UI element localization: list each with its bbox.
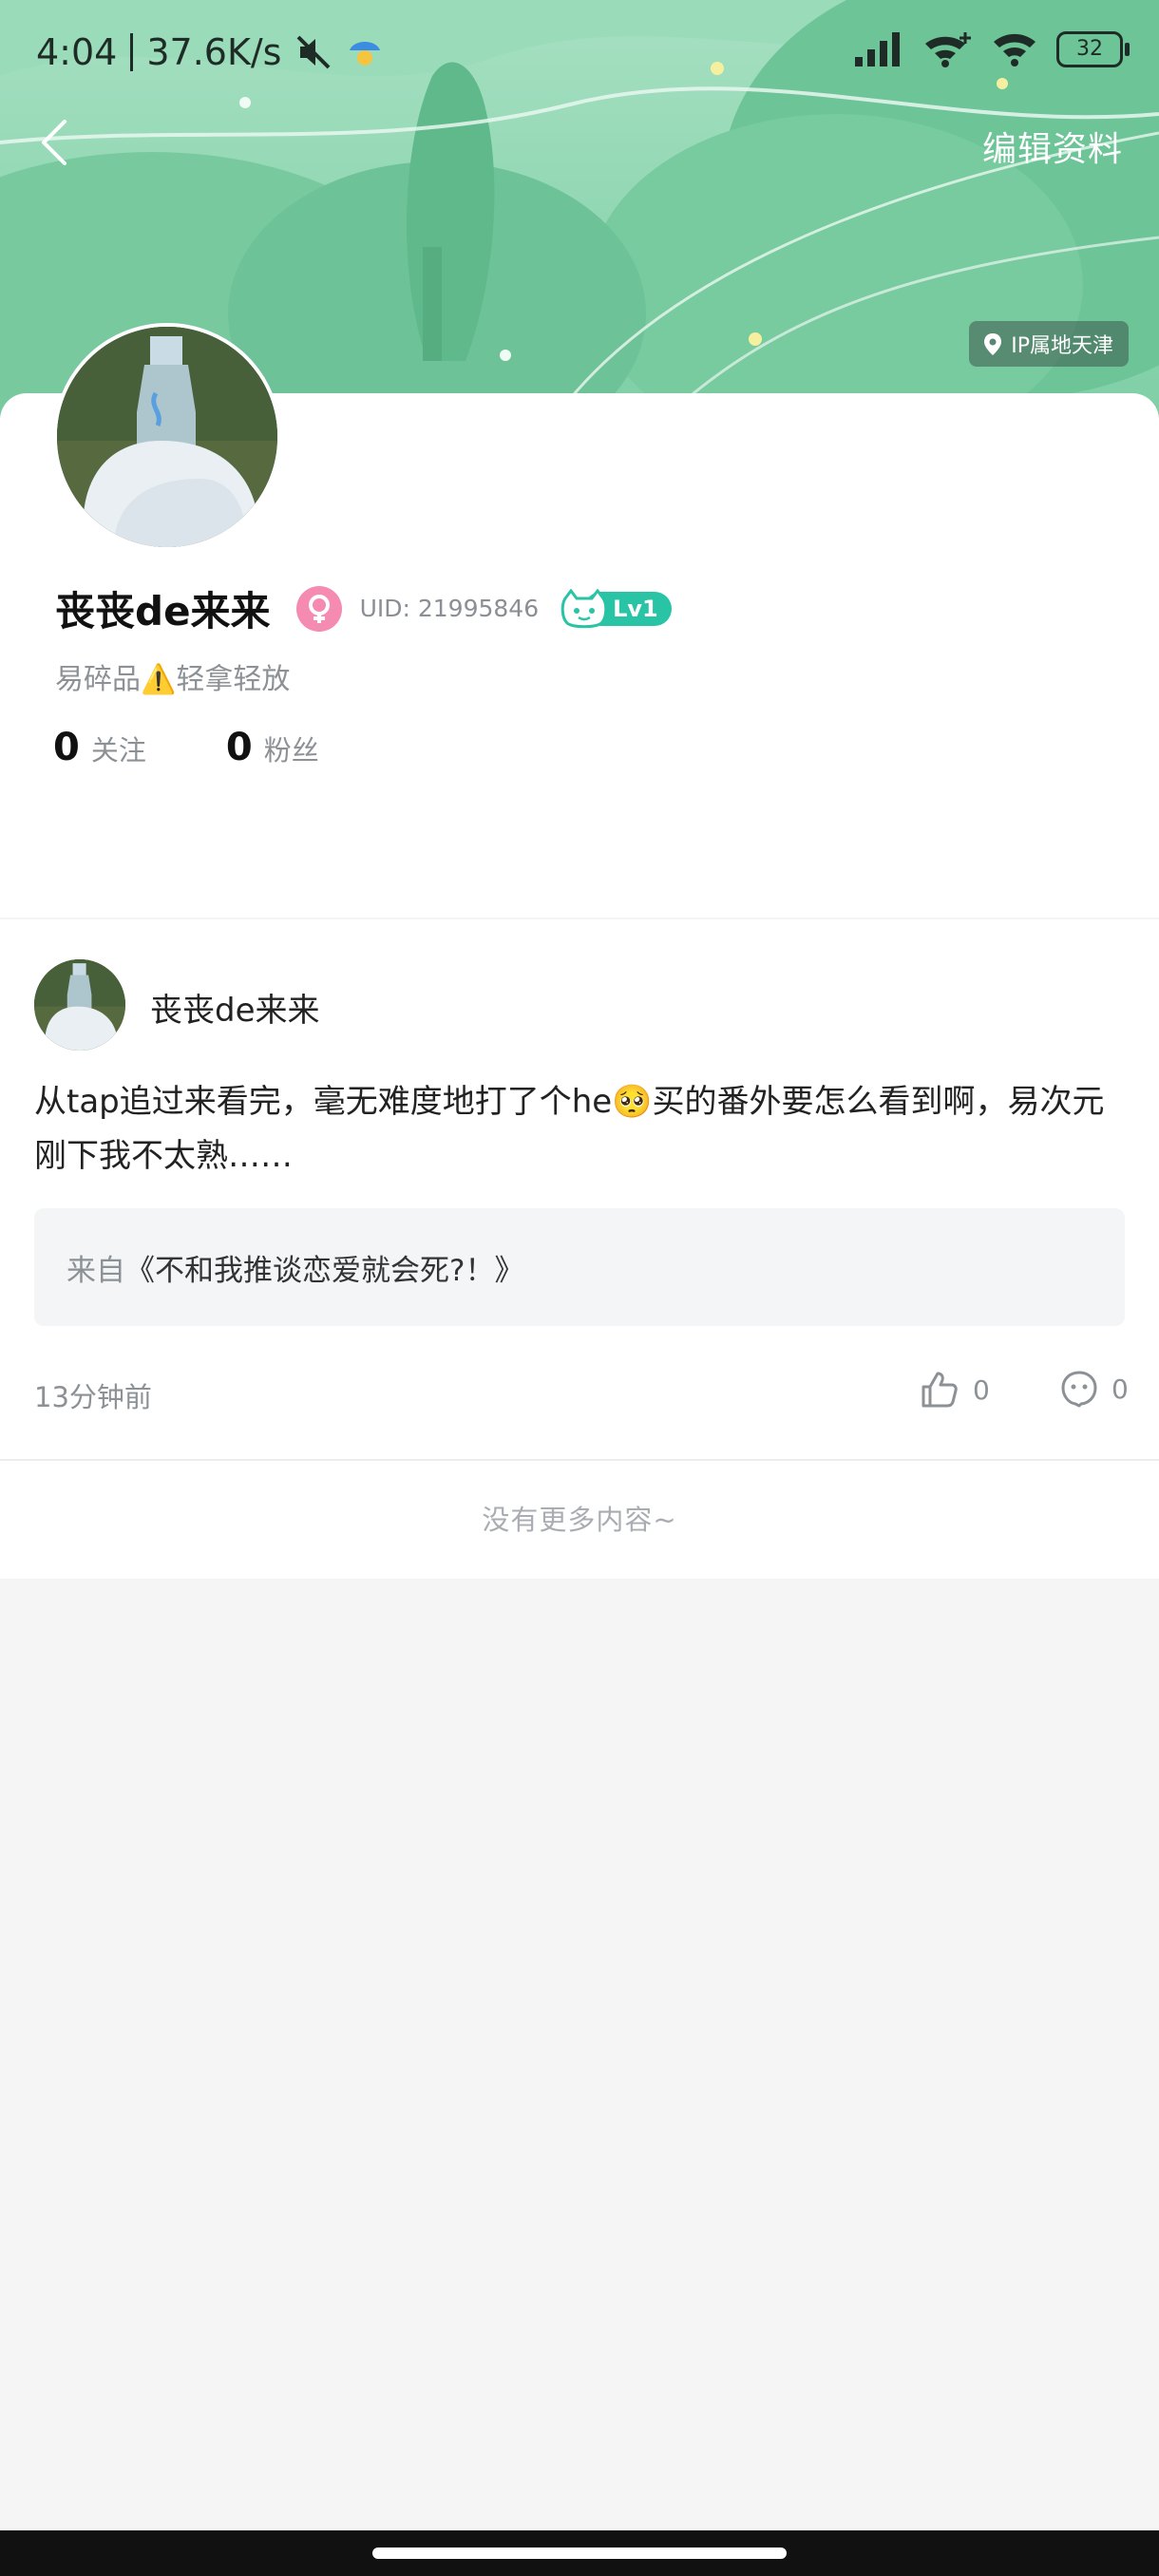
battery-icon: 32: [1056, 31, 1130, 67]
status-bar: 4:04 37.6K/s 32: [0, 0, 1159, 104]
edit-profile-button[interactable]: 编辑资料: [982, 122, 1123, 171]
post-footer: 13分钟前 0 0: [34, 1370, 1129, 1417]
post-time: 13分钟前: [34, 1381, 152, 1413]
comment-count: 0: [1112, 1373, 1129, 1405]
post-author-name[interactable]: 丧丧de来来: [150, 984, 320, 1031]
ip-location-text: IP属地天津: [1011, 334, 1113, 358]
profile-name-row: 丧丧de来来 UID: 21995846 Lv1: [55, 579, 672, 637]
user-bio: 易碎品⚠️轻拿轻放: [55, 663, 291, 696]
thumbs-up-icon: [922, 1372, 958, 1408]
followers-label: 粉丝: [263, 734, 319, 767]
wifi-plus-icon: [925, 32, 971, 67]
source-title: 《不和我推谈恋爱就会死?！》: [125, 1253, 524, 1288]
follow-stats: 0 关注 0 粉丝: [53, 726, 319, 769]
followers-stat[interactable]: 0 粉丝: [226, 726, 319, 769]
ip-location-badge: IP属地天津: [969, 321, 1129, 367]
post-source-link[interactable]: 来自 《不和我推谈恋爱就会死?！》: [34, 1208, 1125, 1326]
post-content: 从tap追过来看完，毫无难度地打了个he🥺买的番外要怎么看到啊，易次元刚下我不太…: [34, 1083, 1105, 1175]
like-count: 0: [973, 1373, 990, 1406]
mute-icon: [297, 35, 331, 69]
comment-icon: [1061, 1371, 1097, 1408]
following-label: 关注: [90, 734, 146, 767]
feed-end-message: 没有更多内容~: [0, 1461, 1159, 1579]
status-separator: [130, 33, 134, 71]
level-badge: Lv1: [560, 588, 672, 629]
signal-icon: [855, 32, 900, 66]
female-gender-icon: [295, 585, 342, 632]
following-stat[interactable]: 0 关注: [53, 726, 146, 769]
following-count: 0: [53, 726, 80, 769]
avatar[interactable]: [53, 323, 281, 551]
weather-rain-icon: [350, 42, 381, 66]
wifi-icon: [994, 33, 1036, 66]
level-mascot-icon: [560, 588, 608, 628]
post-avatar-image: [34, 959, 125, 1051]
comment-button[interactable]: 0: [1060, 1370, 1129, 1408]
user-name: 丧丧de来来: [55, 588, 271, 635]
home-indicator[interactable]: [372, 2548, 787, 2559]
status-time: 4:04: [36, 31, 118, 73]
post-author-avatar[interactable]: [34, 959, 125, 1051]
followers-count: 0: [225, 726, 253, 769]
status-net-speed: 37.6K/s: [146, 31, 282, 73]
post-card[interactable]: 丧丧de来来 从tap追过来看完，毫无难度地打了个he🥺买的番外要怎么看到啊，易…: [0, 919, 1159, 1459]
user-uid: UID: 21995846: [359, 595, 540, 622]
source-prefix: 来自: [66, 1253, 125, 1288]
avatar-image: [57, 327, 277, 547]
location-pin-icon: [984, 333, 1002, 355]
like-button[interactable]: 0: [920, 1370, 990, 1410]
back-arrow-icon[interactable]: [28, 114, 86, 171]
